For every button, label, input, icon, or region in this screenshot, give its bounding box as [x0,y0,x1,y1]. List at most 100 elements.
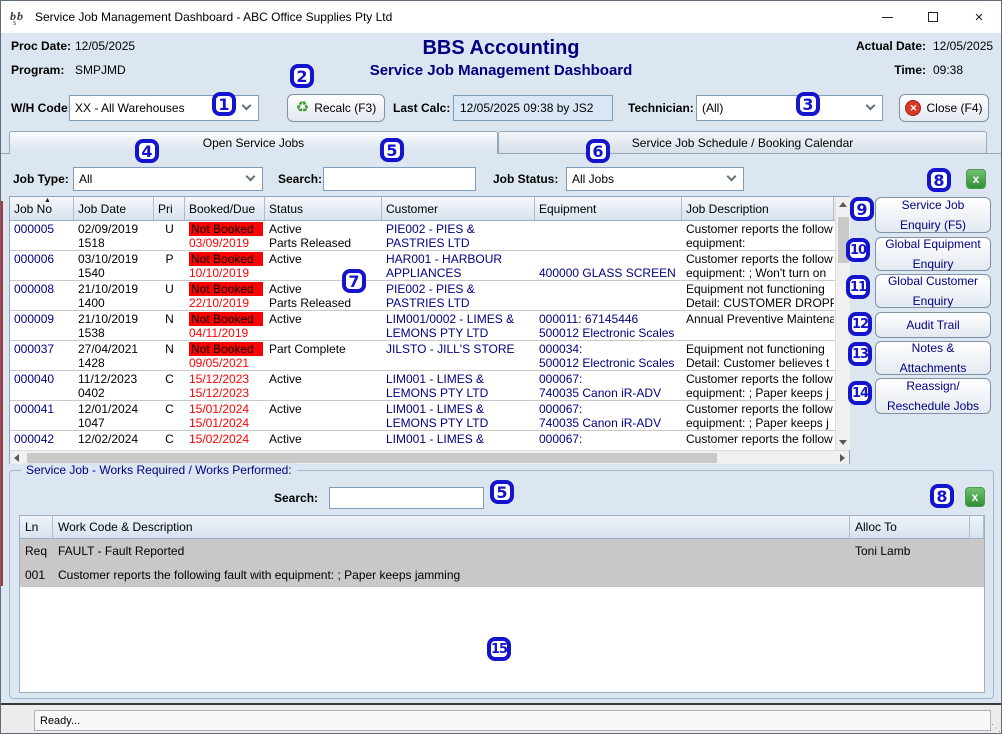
chevron-down-icon [727,172,737,182]
due-date: 03/09/2019 [189,236,249,250]
works-panel-title: Service Job - Works Required / Works Per… [21,463,297,477]
priority-cell: C [154,431,185,450]
scroll-right-icon[interactable] [840,454,845,462]
cell-line: LEMONS PTY LTD [386,386,535,400]
column-header-equipment[interactable]: Equipment [535,197,682,220]
work-row[interactable]: ReqFAULT - Fault ReportedToni Lamb [20,539,984,563]
column-header-ln[interactable]: Ln [20,516,53,538]
column-header-status[interactable]: Status [265,197,382,220]
column-header-booked-due[interactable]: Booked/Due [185,197,265,220]
notes-attachments-button[interactable]: Notes &Attachments [875,341,991,375]
status-message: Ready... [34,710,991,731]
column-header-label: Job Date [78,202,126,216]
cell-line: PASTRIES LTD [386,236,535,250]
job-row[interactable]: 00000603/10/20191540PNot Booked10/10/201… [10,251,835,281]
job-row[interactable]: 00000921/10/20191538NNot Booked04/11/201… [10,311,835,341]
job-row[interactable]: 00004112/01/20241047C15/01/202415/01/202… [10,401,835,431]
tab-service-job-schedule[interactable]: Service Job Schedule / Booking Calendar [498,131,987,153]
search-input[interactable] [323,167,476,191]
booked-date: 15/01/2024 [189,402,249,416]
customer-cell: PIE002 - PIES &PASTRIES LTD [382,281,535,310]
works-search-input[interactable] [329,487,484,509]
window-title: Service Job Management Dashboard - ABC O… [35,10,392,24]
cell-line: LIM001 - LIMES & [386,372,535,386]
global-equipment-enquiry-button[interactable]: Global EquipmentEnquiry [875,237,991,271]
global-customer-enquiry-button[interactable]: Global CustomerEnquiry [875,274,991,308]
scroll-left-icon[interactable] [14,454,19,462]
due-date: 10/10/2019 [189,266,249,280]
callout-5: 5 [490,480,514,504]
column-header-job-description[interactable]: Job Description [682,197,834,220]
cell-line: LIM001 - LIMES & [386,432,535,446]
job-row[interactable]: 00004212/02/2024 C15/02/2024 Active LIM0… [10,431,835,450]
horizontal-scrollbar[interactable] [10,450,849,464]
column-header-alloc-to[interactable]: Alloc To [850,516,970,538]
job-row[interactable]: 00004011/12/20230402C15/12/202315/12/202… [10,371,835,401]
column-header-job-no[interactable]: Job No▲ [10,197,74,220]
booked-due-cell: 15/02/2024 [185,431,265,450]
service-job-enquiry-button[interactable]: Service JobEnquiry (F5) [875,197,991,233]
cell-line: N [154,342,185,356]
job-row[interactable]: 00000502/09/20191518UNot Booked03/09/201… [10,221,835,251]
reassign-reschedule-jobs-button[interactable]: Reassign/Reschedule Jobs [875,378,991,414]
cell-line: 000067: [539,372,682,386]
work-row[interactable]: 001Customer reports the following fault … [20,563,984,587]
column-header-work-code-description[interactable]: Work Code & Description [53,516,850,538]
column-header-label: Booked/Due [189,202,255,216]
booked-line: Not Booked [189,222,265,236]
job-row[interactable]: 00000821/10/20191400UNot Booked22/10/201… [10,281,835,311]
scroll-up-icon[interactable] [839,202,847,207]
horizontal-scroll-thumb[interactable] [27,453,717,463]
close-window-button[interactable]: × [956,1,1002,33]
cell-line: 400000 GLASS SCREEN [539,266,682,280]
app-window: b b s Service Job Management Dashboard -… [0,0,1002,734]
cell-line [539,296,682,310]
cell-line: 21/10/2019 [78,282,154,296]
status-cell: Active [265,401,382,430]
job-row[interactable]: 00003727/04/20211428NNot Booked09/05/202… [10,341,835,371]
program-label: Program: [11,63,64,77]
cell-line: Active [269,372,382,386]
chevron-down-icon [246,172,256,182]
excel-icon: x [972,490,979,504]
audit-trail-button[interactable]: Audit Trail [875,312,991,338]
column-header-customer[interactable]: Customer [382,197,535,220]
cell-line: PIE002 - PIES & [386,282,535,296]
resize-grip-icon[interactable]: ⋱ [991,723,1001,734]
booked-line: Not Booked [189,282,265,296]
maximize-button[interactable] [910,1,956,33]
close-label: Close (F4) [926,101,982,115]
customer-cell: LIM001 - LIMES & [382,431,535,450]
cell-line [386,356,535,370]
minimize-button[interactable] [864,1,910,33]
job-status-label: Job Status: [493,172,558,186]
job-status-dropdown[interactable]: All Jobs [566,167,744,191]
priority-cell: U [154,281,185,310]
cell-line: equipment: [686,236,834,250]
scroll-down-icon[interactable] [839,440,847,445]
cell-line: 000005 [14,222,74,236]
cell-line: 000037 [14,342,74,356]
job-no-cell: 000037 [10,341,74,370]
column-header-label: Status [269,202,303,216]
open-service-jobs-table: Job No▲ Job Date Pri Booked/Due Status Custom… [9,196,850,464]
column-header-job-date[interactable]: Job Date [74,197,154,220]
status-cell: Active [265,371,382,400]
works-excel-export-button[interactable]: x [965,487,985,507]
cell-line: 740035 Canon iR-ADV [539,416,682,430]
not-booked-flag: Not Booked [189,222,263,236]
cell-line: 000034: [539,342,682,356]
cell-line: LEMONS PTY LTD [386,416,535,430]
callout-15: 15 [487,637,511,661]
technician-dropdown[interactable]: (All) [696,95,883,121]
close-button[interactable]: ✕ Close (F4) [899,94,989,122]
recalc-button[interactable]: ♻ Recalc (F3) [287,94,385,122]
status-cell: Active [265,431,382,450]
excel-export-button[interactable]: x [966,169,986,189]
column-header-pri[interactable]: Pri [154,197,185,220]
wh-code-label: W/H Code: [11,101,72,115]
cell-line: 12/02/2024 [78,432,154,446]
job-type-dropdown[interactable]: All [73,167,263,191]
tab-open-service-jobs[interactable]: Open Service Jobs [9,131,498,154]
job-type-value: All [79,172,92,186]
